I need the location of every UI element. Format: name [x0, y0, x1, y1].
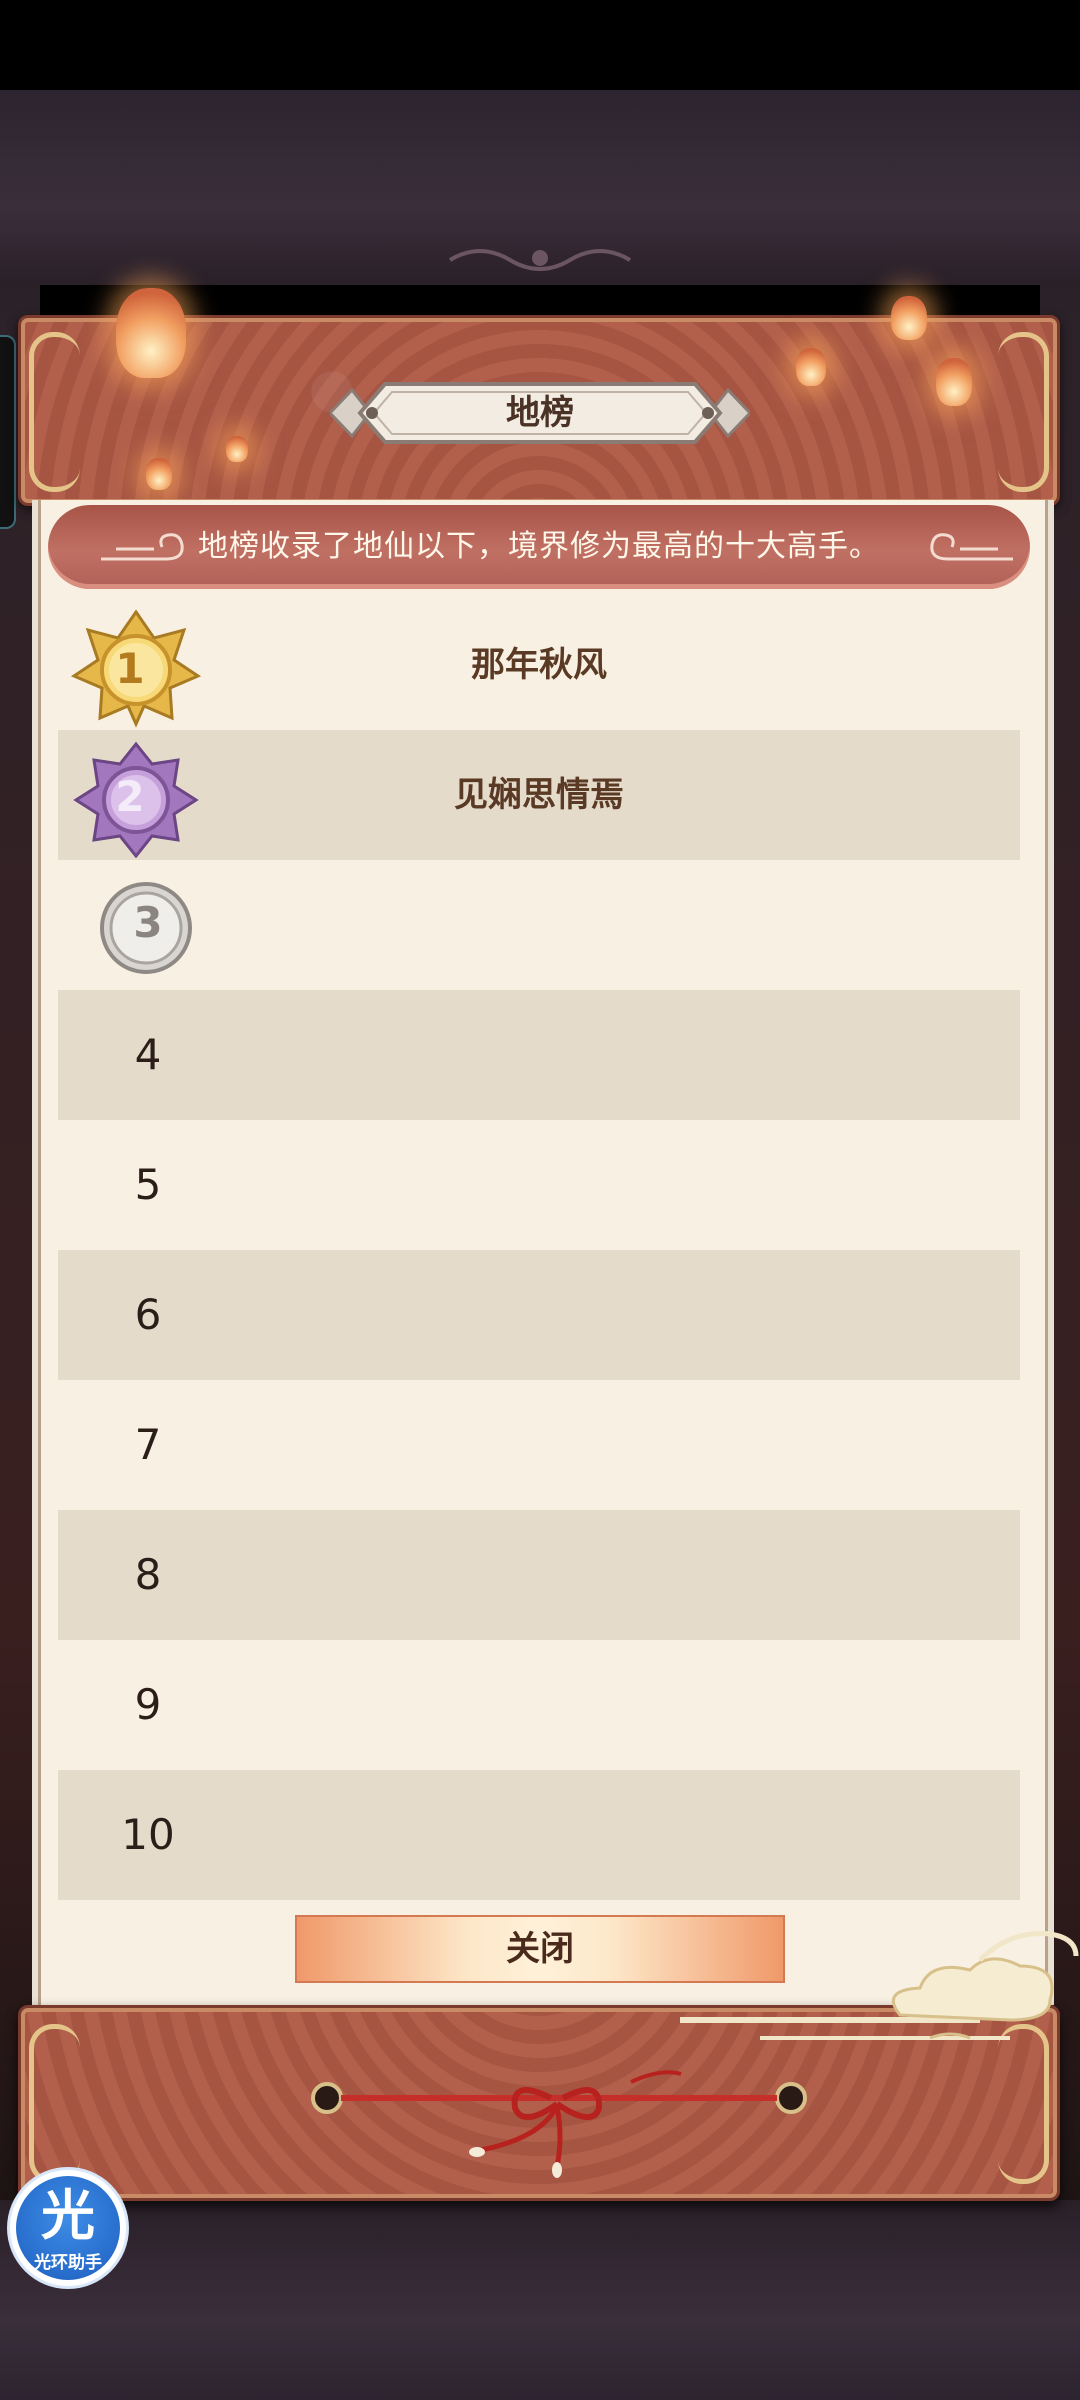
- helper-app-icon: 光 光环助手: [16, 2176, 120, 2280]
- rank-row-8[interactable]: 8: [58, 1510, 1020, 1640]
- helper-app-badge[interactable]: 光 光环助手: [10, 2170, 126, 2286]
- rank-row-10[interactable]: 10: [58, 1770, 1020, 1900]
- ornament-icon: [448, 249, 632, 271]
- player-name: [58, 1510, 1020, 1640]
- rank-row-7[interactable]: 7: [58, 1380, 1020, 1510]
- page-title: 地榜: [506, 393, 574, 433]
- rank-row-2[interactable]: 2 见娴思情焉: [58, 730, 1020, 860]
- edge-tab[interactable]: [0, 335, 16, 529]
- cloud-decoration-icon: [680, 1931, 1079, 2040]
- rank-row-3[interactable]: 3: [58, 860, 1020, 990]
- corner-ornament-icon: [29, 2024, 80, 2184]
- helper-glyph: 光: [41, 2184, 95, 2247]
- corner-ornament-icon: [998, 332, 1049, 492]
- background-top-panel: [0, 90, 1080, 285]
- helper-label: 光环助手: [34, 2253, 102, 2273]
- player-name: 见娴思情焉: [454, 775, 624, 815]
- player-name: [58, 1380, 1020, 1510]
- player-name: [58, 860, 1020, 990]
- rank-row-9[interactable]: 9: [58, 1640, 1020, 1770]
- player-name: [58, 1770, 1020, 1900]
- background-bottom-panel: [0, 2200, 1080, 2400]
- rank-row-5[interactable]: 5: [58, 1120, 1020, 1250]
- player-name: [58, 990, 1020, 1120]
- lantern-icon: [146, 458, 172, 490]
- cloud-icon: [930, 533, 1013, 561]
- lantern-icon: [891, 296, 927, 340]
- rank-row-4[interactable]: 4: [58, 990, 1020, 1120]
- screen: 地榜 地榜收录了地仙以下，境界修为最高的十大高手。 1 那年秋风 2 见娴思情焉…: [0, 0, 1080, 2400]
- lantern-icon: [936, 358, 972, 406]
- intro-text: 地榜收录了地仙以下，境界修为最高的十大高手。: [198, 529, 880, 564]
- lantern-icon: [796, 348, 826, 386]
- ranking-list: 1 那年秋风 2 见娴思情焉 3 4 5 6 7 8 9 10: [58, 600, 1020, 1900]
- status-bar: [0, 0, 1080, 90]
- title-plaque: 地榜: [330, 378, 750, 448]
- player-name: [58, 1250, 1020, 1380]
- lantern-icon: [226, 436, 248, 462]
- corner-ornament-icon: [29, 332, 80, 492]
- player-name: [58, 1120, 1020, 1250]
- player-name: [58, 1640, 1020, 1770]
- player-name: 那年秋风: [471, 645, 607, 685]
- lantern-icon: [116, 288, 186, 378]
- rank-row-1[interactable]: 1 那年秋风: [58, 600, 1020, 730]
- rank-row-6[interactable]: 6: [58, 1250, 1020, 1380]
- intro-banner: 地榜收录了地仙以下，境界修为最高的十大高手。: [48, 505, 1030, 589]
